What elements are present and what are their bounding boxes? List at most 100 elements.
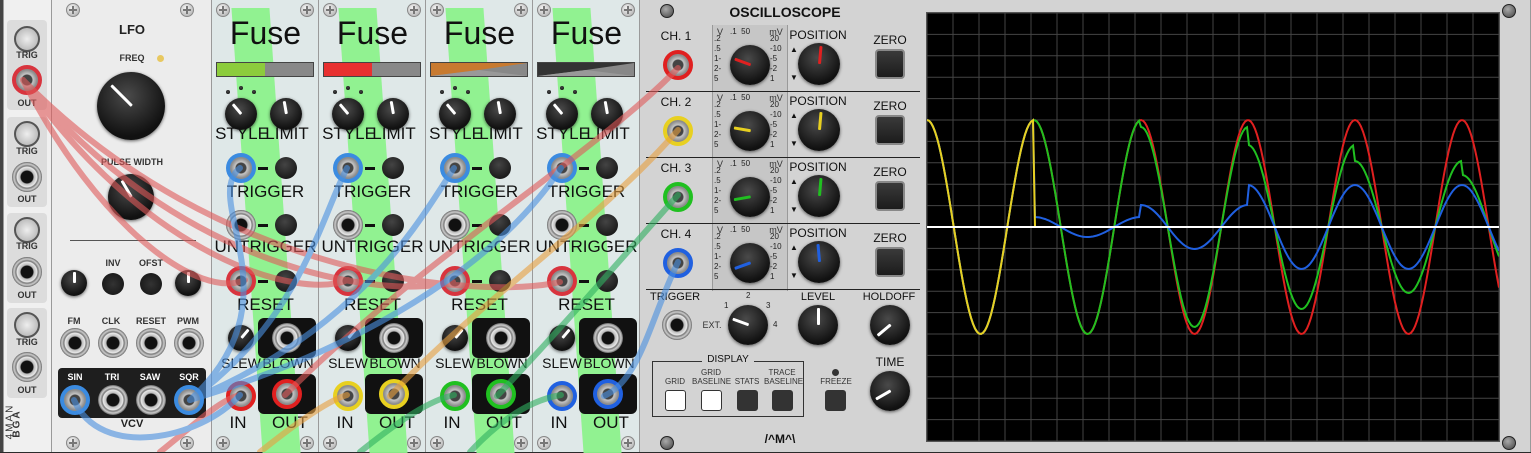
zero-button[interactable] (875, 181, 905, 211)
reset-button[interactable] (489, 270, 511, 292)
channel-input-jack[interactable] (663, 182, 693, 212)
channel-input-jack[interactable] (663, 116, 693, 146)
position-knob[interactable] (798, 43, 840, 85)
untrigger-input-jack[interactable] (333, 210, 363, 240)
position-knob[interactable] (798, 241, 840, 283)
untrigger-button[interactable] (382, 214, 404, 236)
untrigger-button[interactable] (275, 214, 297, 236)
out-jack-2[interactable] (12, 162, 42, 192)
display-label: DISPLAY (702, 354, 754, 365)
reset-input-jack[interactable] (333, 266, 363, 296)
out-jack-4[interactable] (12, 352, 42, 382)
trigger-button[interactable] (382, 157, 404, 179)
freq-knob[interactable] (97, 72, 165, 140)
position-label: POSITION (789, 28, 847, 42)
trigger-input-jack[interactable] (333, 153, 363, 183)
out-jack[interactable] (272, 379, 302, 409)
untrigger-button[interactable] (489, 214, 511, 236)
blown-output-jack[interactable] (593, 323, 623, 353)
level-knob[interactable] (798, 305, 838, 345)
blown-output-jack[interactable] (486, 323, 516, 353)
position-knob[interactable] (798, 175, 840, 217)
trig-button-4[interactable] (14, 312, 40, 338)
fm-knob[interactable] (61, 270, 87, 296)
out-jack-1[interactable] (12, 65, 42, 95)
scale-knob[interactable] (730, 111, 770, 151)
slew-knob[interactable] (549, 325, 575, 351)
grid-baseline-toggle[interactable] (701, 390, 722, 411)
trig-button-3[interactable] (14, 217, 40, 243)
saw-output-jack[interactable] (136, 385, 166, 415)
blown-output-jack[interactable] (379, 323, 409, 353)
reset-button[interactable] (275, 270, 297, 292)
trigger-input-jack[interactable] (226, 153, 256, 183)
position-knob[interactable] (798, 109, 840, 151)
out-jack[interactable] (379, 379, 409, 409)
inv-button[interactable] (102, 273, 124, 295)
trig-button-2[interactable] (14, 121, 40, 147)
reset-input-jack[interactable] (226, 266, 256, 296)
out-jack-3[interactable] (12, 257, 42, 287)
slew-knob[interactable] (335, 325, 361, 351)
untrigger-input-jack[interactable] (226, 210, 256, 240)
pwm-input-jack[interactable] (174, 328, 204, 358)
scale-knob[interactable] (730, 45, 770, 85)
reset-button[interactable] (596, 270, 618, 292)
slew-knob[interactable] (228, 325, 254, 351)
slew-knob[interactable] (442, 325, 468, 351)
untrigger-button[interactable] (596, 214, 618, 236)
grid-toggle[interactable] (665, 390, 686, 411)
out-jack[interactable] (593, 379, 623, 409)
scale-knob[interactable] (730, 243, 770, 283)
ofst-button[interactable] (140, 273, 162, 295)
holdoff-knob[interactable] (870, 305, 910, 345)
untrigger-input-jack[interactable] (440, 210, 470, 240)
fuse-title: Fuse (336, 15, 409, 51)
time-knob[interactable] (870, 371, 910, 411)
zero-button[interactable] (875, 247, 905, 277)
channel-input-jack[interactable] (663, 248, 693, 278)
channel-label: CH. 2 (660, 95, 692, 109)
untrigger-input-jack[interactable] (547, 210, 577, 240)
trigger-input-jack[interactable] (547, 153, 577, 183)
blown-output-jack[interactable] (272, 323, 302, 353)
out-label: OUT (593, 413, 629, 432)
trace-baseline-toggle[interactable] (772, 390, 793, 411)
channel-input-jack[interactable] (663, 50, 693, 80)
stats-toggle[interactable] (737, 390, 758, 411)
tri-output-jack[interactable] (98, 385, 128, 415)
fm-input-jack[interactable] (60, 328, 90, 358)
sqr-output-jack[interactable] (174, 385, 204, 415)
out-label-4: OUT (17, 385, 37, 395)
zero-button[interactable] (875, 49, 905, 79)
trigger-source-knob[interactable] (728, 305, 768, 345)
position-label: POSITION (789, 226, 847, 240)
clk-input-jack[interactable] (98, 328, 128, 358)
reset-input-jack[interactable] (547, 266, 577, 296)
reset-input-jack[interactable] (136, 328, 166, 358)
trigger-button[interactable] (596, 157, 618, 179)
reset-input-jack[interactable] (440, 266, 470, 296)
freeze-button[interactable] (825, 390, 846, 411)
reset-button[interactable] (382, 270, 404, 292)
pwm-knob[interactable] (175, 270, 201, 296)
scale-knob[interactable] (730, 177, 770, 217)
trigger-input-jack[interactable] (662, 310, 692, 340)
in-jack[interactable] (547, 381, 577, 411)
in-jack[interactable] (226, 381, 256, 411)
trig-button-1[interactable] (14, 26, 40, 52)
pulse-width-knob[interactable] (108, 174, 154, 220)
freq-label: FREQ (119, 53, 145, 63)
out-jack[interactable] (486, 379, 516, 409)
trigger-input-jack[interactable] (440, 153, 470, 183)
in-jack[interactable] (440, 381, 470, 411)
scale-ticks-right: 20 -10 -5 -2 1 (770, 166, 782, 215)
zero-button[interactable] (875, 115, 905, 145)
limit-label: LIMIT (265, 124, 309, 143)
fuse-module: Fuse STYLE LIMIT TRIGGER UNTRIGGER RESET (319, 0, 426, 453)
trigger-button[interactable] (275, 157, 297, 179)
trigger-button[interactable] (489, 157, 511, 179)
style-dot-icon (359, 90, 363, 94)
in-jack[interactable] (333, 381, 363, 411)
sin-output-jack[interactable] (60, 385, 90, 415)
